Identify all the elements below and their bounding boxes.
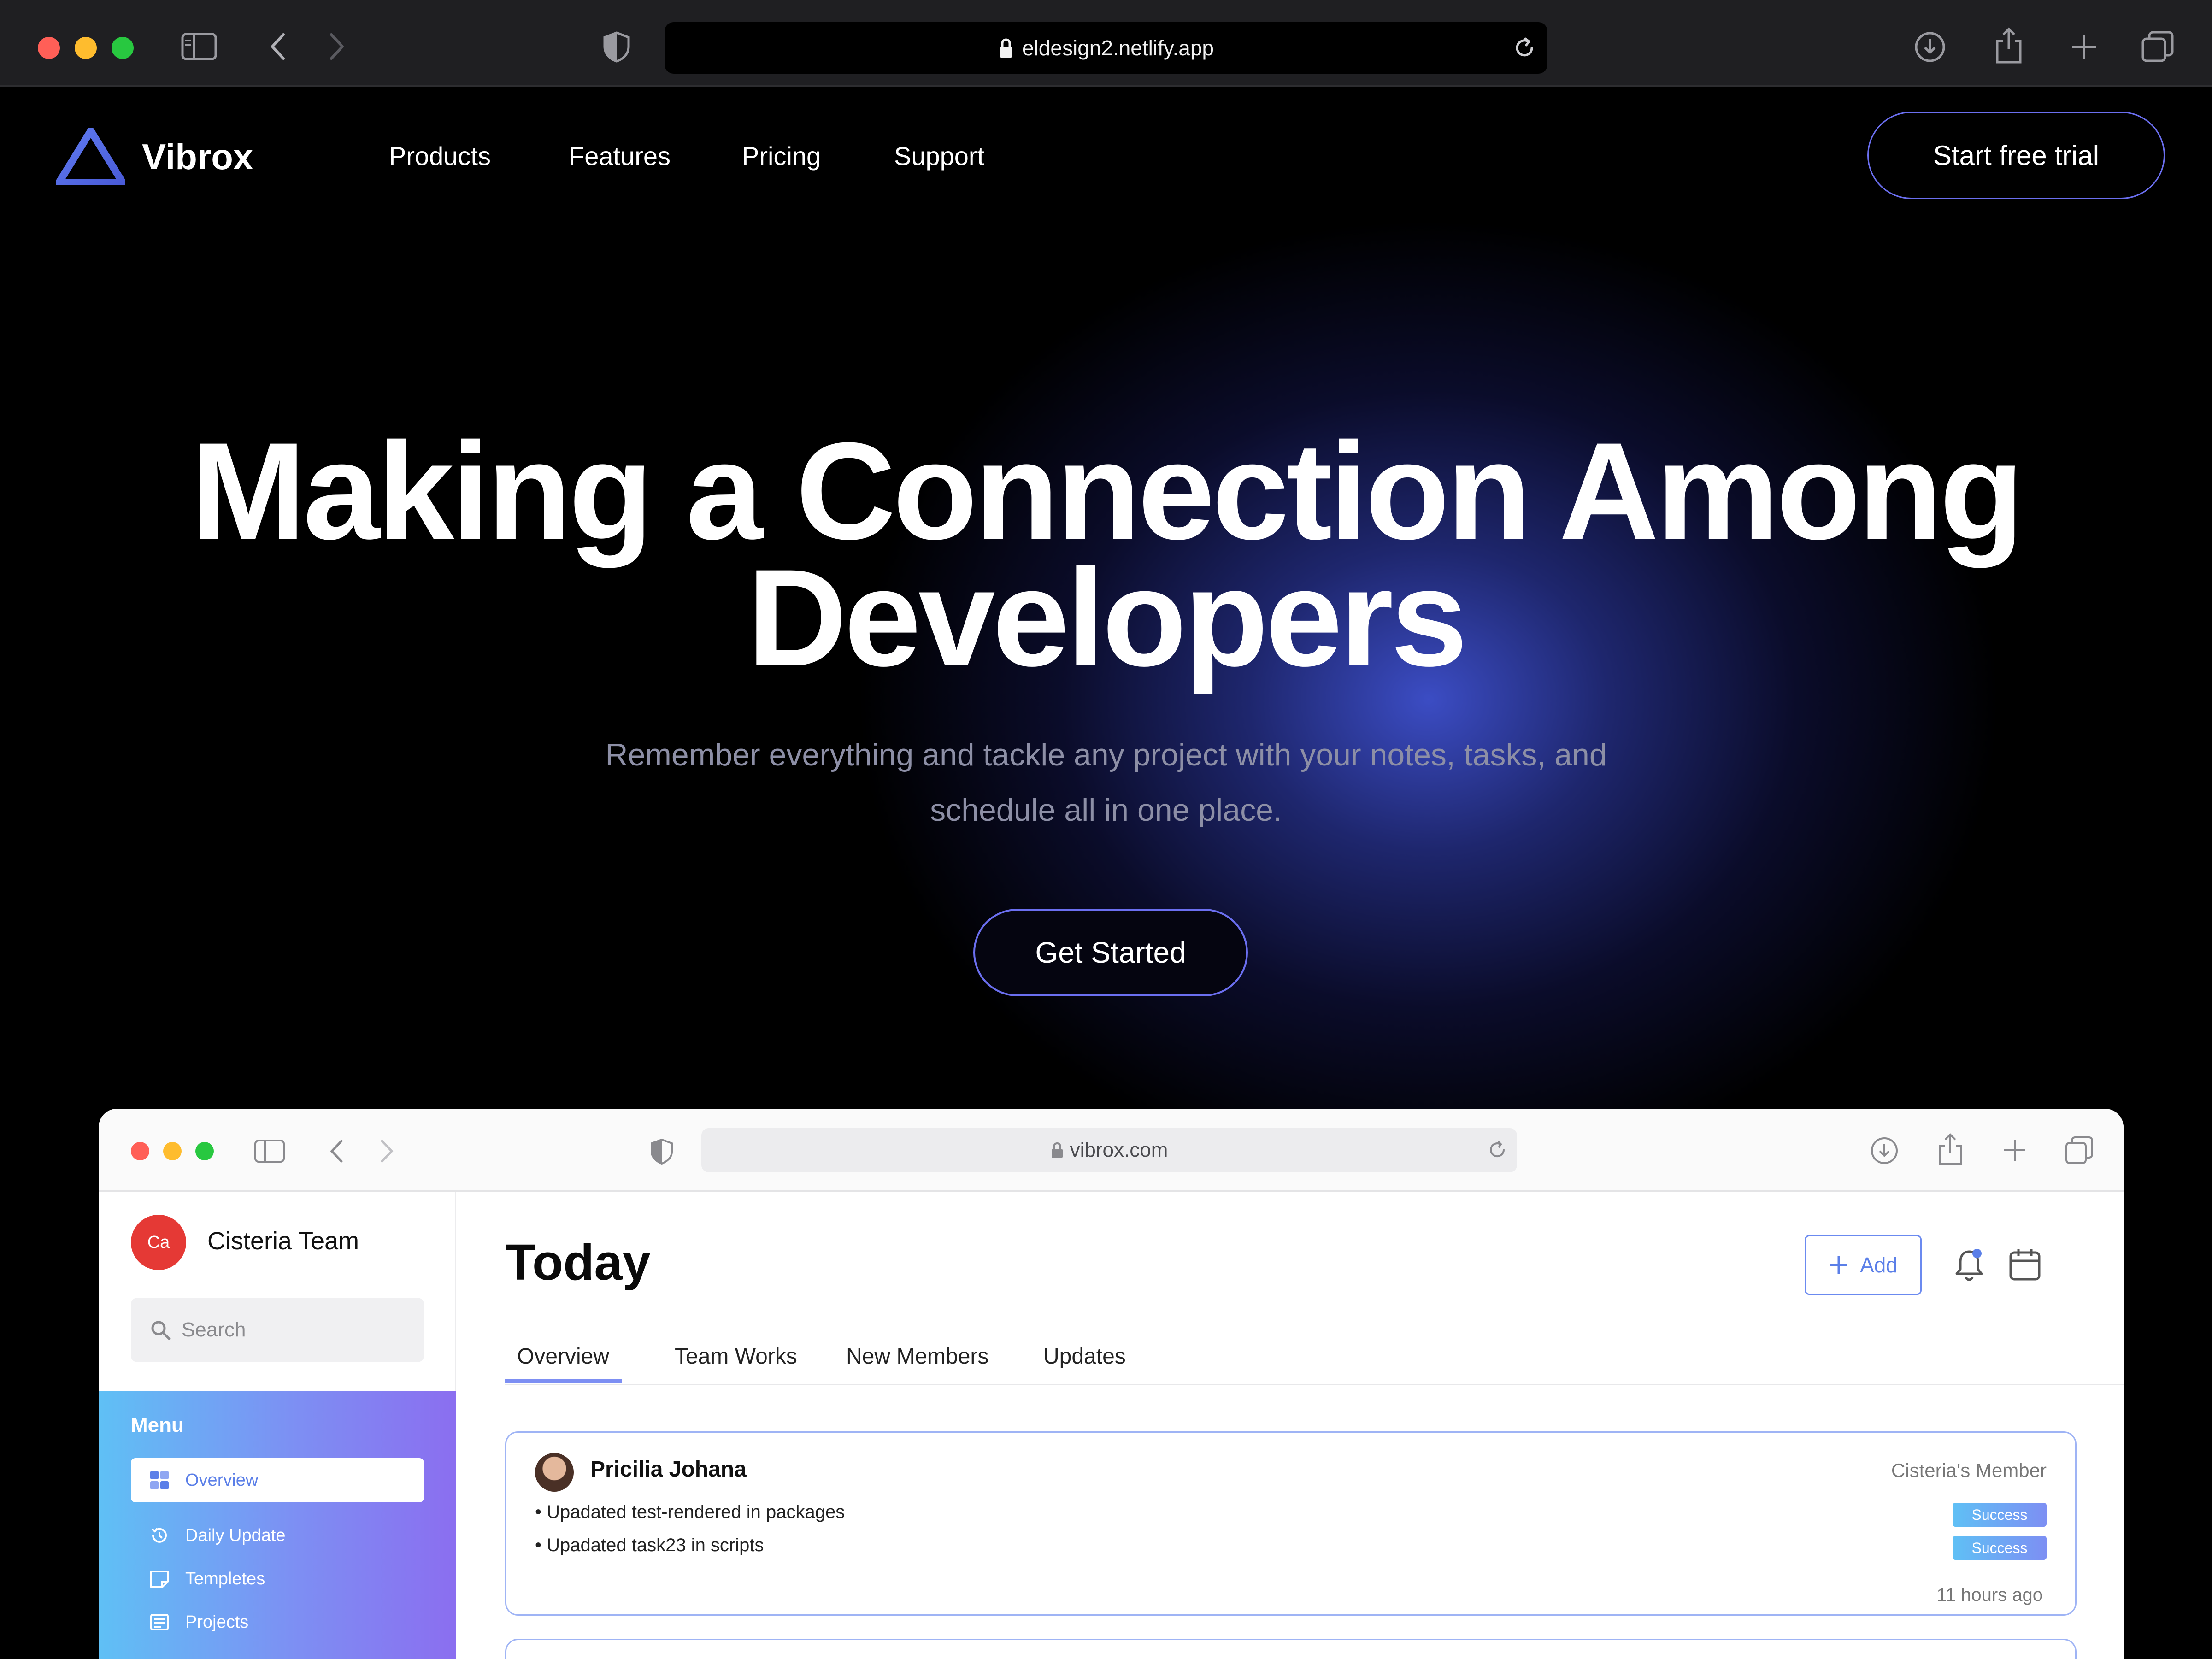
lock-icon [998,37,1014,59]
reload-icon[interactable] [1512,36,1536,60]
minimize-window-button[interactable] [75,37,97,59]
preview-tabs-icon [2064,1135,2095,1166]
list-item: • Upadated test-rendered in packages [535,1502,845,1522]
sidebar-icon[interactable] [181,31,218,62]
nav-support[interactable]: Support [894,141,984,171]
preview-download-icon [1869,1135,1900,1166]
calendar-icon[interactable] [2008,1247,2041,1283]
page-title: Today [505,1234,651,1291]
nav-features[interactable]: Features [569,141,671,171]
status-badge: Success [1953,1536,2047,1560]
search-placeholder: Search [182,1318,246,1341]
menu-item-label: Templetes [185,1569,265,1588]
logo-icon [56,128,125,185]
plus-icon [1829,1255,1849,1275]
shield-icon[interactable] [602,30,631,64]
search-input[interactable]: Search [131,1298,424,1362]
preview-reload-icon [1487,1139,1508,1160]
app-sidebar: Ca Cisteria Team Search Menu Overview Da… [99,1192,456,1659]
menu-item-templetes[interactable]: Templetes [131,1557,424,1601]
timestamp: 11 hours ago [1936,1585,2043,1605]
menu-item-label: Projects [185,1612,249,1632]
share-icon[interactable] [1994,27,2024,65]
app-main: Today Add Overview Team Works New Member… [456,1192,2124,1659]
browser-toolbar: eldesign2.netlify.app [0,0,2212,87]
address-bar[interactable]: eldesign2.netlify.app [665,22,1547,74]
preview-lock-icon [1051,1141,1064,1159]
hero-title-line-1: Making a Connection Among [190,413,2024,568]
avatar [535,1453,574,1492]
url-text: eldesign2.netlify.app [1022,36,1214,60]
history-icon [149,1525,170,1546]
hero-title: Making a Connection Among Developers [138,413,2074,695]
preview-sidebar-icon [253,1138,286,1164]
nav-pricing[interactable]: Pricing [742,141,821,171]
hero-subtitle-line-1: Remember everything and tackle any proje… [605,737,1607,772]
preview-minimize-dot [163,1142,182,1160]
list-icon [149,1612,170,1632]
preview-url-text: vibrox.com [1070,1139,1168,1161]
brand-name: Vibrox [142,136,253,177]
download-icon[interactable] [1913,30,1947,64]
zoom-window-button[interactable] [112,37,134,59]
menu-item-projects[interactable]: Projects [131,1600,424,1644]
team-name[interactable]: Cisteria Team [207,1227,359,1255]
tab-updates[interactable]: Updates [1043,1344,1126,1369]
preview-new-tab-icon [2002,1137,2028,1163]
tabs-overview-icon[interactable] [2140,29,2175,65]
hero-title-line-2: Developers [747,540,1467,695]
search-icon [149,1319,171,1341]
menu-item-label: Overview [185,1470,259,1490]
preview-shield-icon [649,1137,675,1166]
preview-browser-toolbar: vibrox.com [99,1109,2124,1192]
tab-team-works[interactable]: Team Works [675,1344,797,1369]
activity-card[interactable] [505,1639,2077,1659]
add-label: Add [1860,1253,1898,1277]
status-badge: Success [1953,1503,2047,1527]
brand[interactable]: Vibrox [56,128,253,185]
hero-glow [853,216,2005,1183]
preview-share-icon [1936,1132,1964,1167]
forward-icon[interactable] [325,31,348,62]
notification-bell-icon[interactable] [1953,1247,1985,1284]
preview-close-dot [131,1142,149,1160]
hero-subtitle-line-2: schedule all in one place. [930,793,1282,828]
get-started-button[interactable]: Get Started [973,909,1248,996]
activity-card[interactable]: Pricilia Johana Cisteria's Member • Upad… [505,1431,2077,1616]
menu-item-overview[interactable]: Overview [131,1458,424,1502]
nav-products[interactable]: Products [389,141,491,171]
landing-page: Vibrox Products Features Pricing Support… [0,87,2212,1659]
hero-subtitle: Remember everything and tackle any proje… [530,727,1682,838]
tab-new-members[interactable]: New Members [846,1344,988,1369]
preview-forward-icon [378,1138,396,1164]
app-preview-window: vibrox.com Ca Cisteria Team Search Menu … [99,1109,2124,1659]
preview-zoom-dot [195,1142,214,1160]
start-free-trial-button[interactable]: Start free trial [1867,112,2165,199]
close-window-button[interactable] [38,37,60,59]
update-text: Upadated task23 in scripts [547,1535,764,1555]
menu-item-label: Daily Update [185,1525,286,1545]
add-button[interactable]: Add [1805,1235,1922,1295]
list-item: • Upadated task23 in scripts [535,1535,764,1555]
new-tab-icon[interactable] [2069,32,2099,62]
member-name: Pricilia Johana [590,1457,747,1482]
member-role: Cisteria's Member [1891,1459,2047,1481]
team-avatar[interactable]: Ca [131,1215,186,1270]
tab-overview[interactable]: Overview [505,1344,623,1383]
sidebar-menu: Menu Overview Daily Update Templetes Pro… [99,1391,456,1659]
preview-address-bar: vibrox.com [701,1128,1517,1172]
back-icon[interactable] [266,31,289,62]
menu-item-daily-update[interactable]: Daily Update [131,1513,424,1558]
preview-back-icon [327,1138,346,1164]
menu-title: Menu [131,1414,184,1436]
update-text: Upadated test-rendered in packages [547,1502,845,1522]
tab-bar: Overview Team Works New Members Updates [505,1344,2124,1385]
template-icon [149,1569,170,1589]
grid-icon [149,1470,170,1490]
